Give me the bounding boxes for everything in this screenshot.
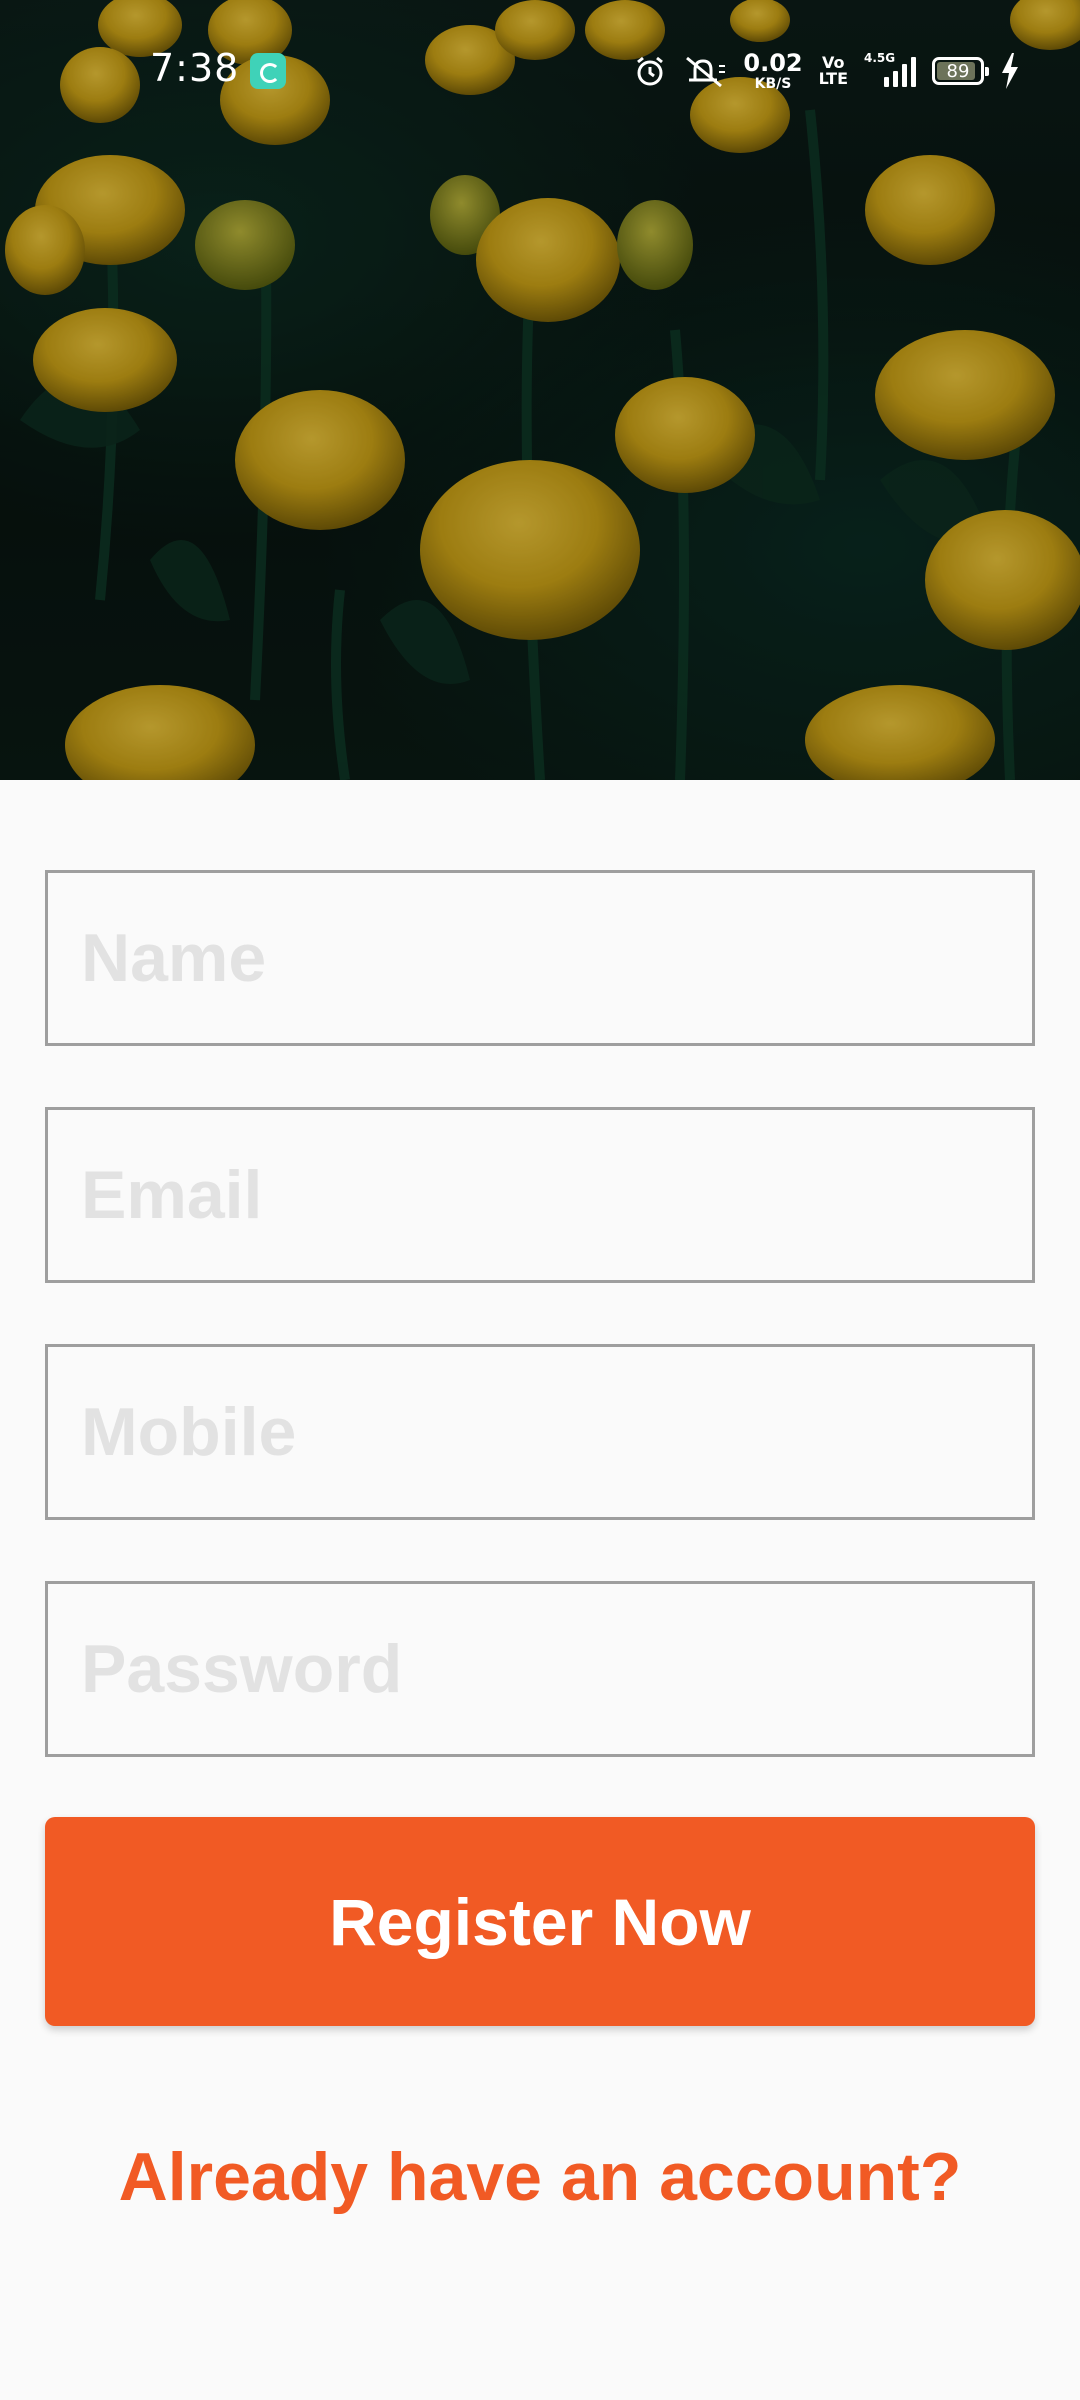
network-speed-unit: KB/S [754, 76, 792, 92]
register-now-button[interactable]: Register Now [45, 1817, 1035, 2026]
signal-icon: 4.5G [864, 51, 916, 87]
password-input[interactable] [45, 1581, 1035, 1757]
network-speed-value: 0.02 [743, 49, 803, 77]
already-have-account-link[interactable]: Already have an account? [0, 2138, 1080, 2216]
network-type: 4.5G [864, 51, 896, 65]
status-bar: 7:38 0.02 KB/S Vo LTE 4.5G 89 [0, 0, 1080, 140]
mobile-input[interactable] [45, 1344, 1035, 1520]
app-notification-icon [250, 53, 286, 89]
email-input[interactable] [45, 1107, 1035, 1283]
name-input[interactable] [45, 870, 1035, 1046]
status-time: 7:38 [150, 46, 240, 90]
charging-icon [1002, 53, 1018, 89]
status-icons: 0.02 KB/S Vo LTE 4.5G 89 [633, 48, 1020, 94]
battery-level: 89 [946, 60, 970, 82]
mute-icon [686, 56, 726, 88]
volte-indicator: Vo LTE [819, 55, 848, 87]
registration-form [45, 870, 1035, 1818]
network-speed: 0.02 KB/S [743, 51, 802, 91]
alarm-icon [637, 56, 664, 86]
volte-bottom: LTE [818, 69, 848, 88]
battery-icon: 89 [932, 57, 989, 85]
